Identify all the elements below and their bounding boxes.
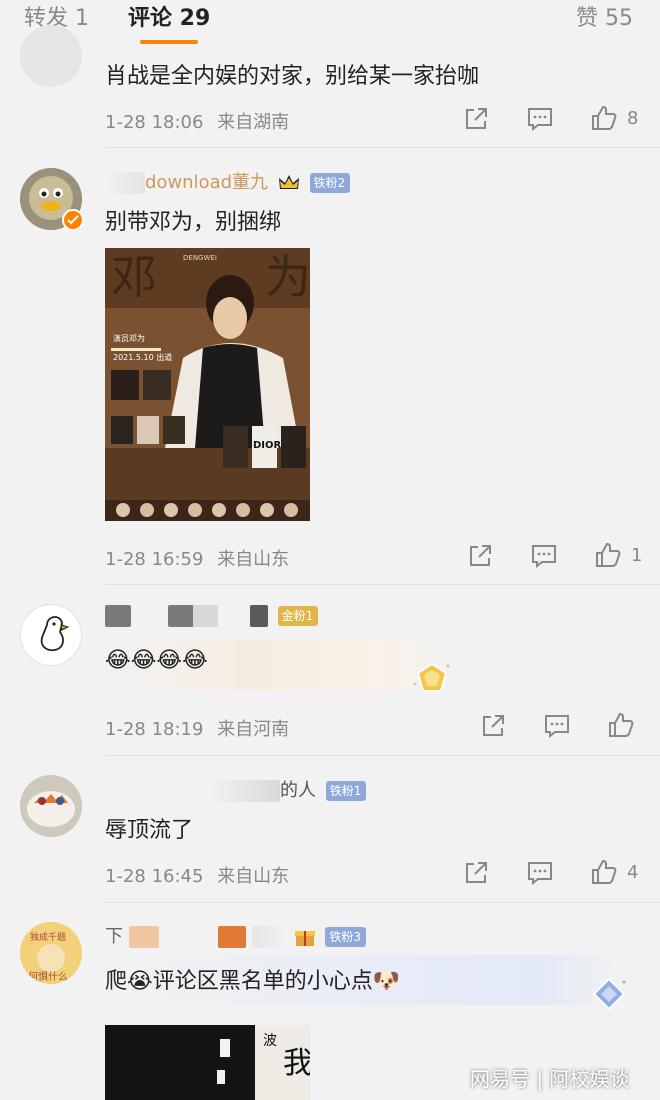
blurred-name (105, 605, 131, 627)
like-icon[interactable] (590, 104, 618, 132)
comment-date: 1-28 16:59 (105, 549, 204, 570)
share-icon[interactable] (462, 105, 490, 133)
fan-badge: 铁粉1 (325, 781, 367, 801)
poster-debut: 2021.5.10 出道 (113, 352, 172, 362)
blurred-name (251, 926, 288, 948)
watermark: 网易号 | 阿校娱谈 (470, 1067, 630, 1091)
comment-text: 辱顶流了 (105, 818, 194, 843)
username[interactable]: 的人 (280, 780, 316, 801)
comment-location: 来自湖南 (217, 112, 290, 133)
like-count: 1 (631, 545, 643, 566)
gift-icon (294, 931, 315, 946)
comment-tabs: 转发 1 评论 29 赞 55 (0, 0, 660, 46)
avatar[interactable]: 独成千题 何惧什么 (20, 922, 82, 984)
comment-icon[interactable] (526, 105, 554, 133)
comment-text: 肖战是全内娱的对家，别给某一家抬咖 (105, 64, 480, 89)
blurred-name (128, 926, 159, 948)
comment-text: 别带邓为，别捆绑 (105, 210, 282, 235)
comment-image-graphic: 我 波 (105, 1025, 310, 1100)
svg-text:DENGWEI: DENGWEI (183, 254, 217, 262)
crying-emoji-icon: 😭 (127, 969, 153, 994)
svg-text:我: 我 (283, 1046, 310, 1081)
comment-date: 1-28 16:45 (105, 866, 204, 887)
like-icon[interactable] (607, 711, 635, 739)
comment-meta: 1-28 16:45 来自山东 (105, 862, 289, 888)
like-count: 8 (627, 108, 639, 129)
blurred-name (168, 605, 219, 627)
share-icon[interactable] (466, 542, 494, 570)
username[interactable]: 下 (105, 926, 123, 947)
avatar[interactable] (20, 604, 82, 666)
comment-date: 1-28 18:06 (105, 112, 204, 133)
like-count: 4 (627, 862, 639, 883)
svg-text:何惧什么: 何惧什么 (28, 970, 68, 983)
blurred-name (218, 926, 247, 948)
comment-location: 来自山东 (217, 549, 290, 570)
comment-image[interactable]: 我 波 (105, 1025, 310, 1100)
fan-badge: 铁粉3 (325, 927, 367, 947)
comment-location: 来自山东 (217, 866, 290, 887)
username-row: 的人 铁粉1 (105, 776, 367, 802)
avatar[interactable] (20, 775, 82, 837)
svg-text:独成千题: 独成千题 (30, 931, 66, 943)
comment-icon[interactable] (530, 542, 558, 570)
comment-icon[interactable] (526, 859, 554, 887)
tab-comments[interactable]: 评论 29 (128, 0, 210, 32)
poster-brand: DIOR (253, 440, 282, 451)
username-row: 下 铁粉3 (105, 922, 367, 948)
fan-badge: 铁粉2 (309, 173, 351, 193)
comment-date: 1-28 18:19 (105, 719, 204, 740)
poster-image[interactable]: 邓 为 DENGWEI 演员邓为 2021.5.10 出道 DIOR (105, 248, 310, 521)
comment-divider (105, 755, 660, 756)
fan-badge: 金粉1 (277, 606, 319, 626)
blurred-name (164, 926, 213, 948)
svg-text:为: 为 (265, 250, 310, 304)
blurred-name (224, 605, 245, 627)
like-icon[interactable] (590, 858, 618, 886)
username[interactable]: download董九 (145, 172, 268, 193)
blurred-name (136, 605, 163, 627)
comment-text-suffix: 评论区黑名单的小心点 (152, 969, 373, 994)
svg-text:邓: 邓 (111, 250, 157, 304)
share-icon[interactable] (479, 712, 507, 740)
tab-likes[interactable]: 赞 55 (576, 0, 633, 32)
like-icon[interactable] (594, 541, 622, 569)
avatar[interactable] (20, 25, 82, 87)
doge-emoji-icon: 🐶 (372, 969, 401, 994)
comment-text-prefix: 爬 (105, 969, 128, 994)
username-row: 金粉1 (105, 605, 319, 631)
blurred-name (249, 605, 268, 627)
comment-divider (105, 902, 660, 903)
comment-meta: 1-28 16:59 来自山东 (105, 545, 289, 571)
blurred-name (105, 172, 145, 194)
verified-icon (62, 209, 84, 231)
avatar-cake-image (20, 775, 82, 837)
active-tab-indicator (140, 40, 198, 44)
crown-icon (278, 175, 299, 189)
avatar-sticker-image: 独成千题 何惧什么 (20, 922, 82, 984)
share-icon[interactable] (462, 859, 490, 887)
gold-fan-icon (413, 662, 450, 692)
avatar-goose-icon (40, 616, 70, 652)
username-row: download董九 铁粉2 (105, 168, 351, 194)
comment-emoji: 😂😂😂😂 (105, 648, 208, 673)
poster-actor: 演员邓为 (113, 333, 145, 343)
comment-divider (105, 147, 660, 148)
comment-divider (105, 584, 660, 585)
comment-meta: 1-28 18:06 来自湖南 (105, 108, 289, 134)
svg-text:波: 波 (263, 1033, 277, 1049)
blurred-name (105, 780, 280, 802)
iron-fan-icon (592, 977, 626, 1011)
comment-meta: 1-28 18:19 来自河南 (105, 715, 289, 741)
comment-location: 来自河南 (217, 719, 290, 740)
comment-text: 爬😭评论区黑名单的小心点🐶 (105, 963, 400, 995)
poster-graphic: 邓 为 DENGWEI 演员邓为 2021.5.10 出道 DIOR (105, 248, 310, 521)
comment-icon[interactable] (543, 712, 571, 740)
